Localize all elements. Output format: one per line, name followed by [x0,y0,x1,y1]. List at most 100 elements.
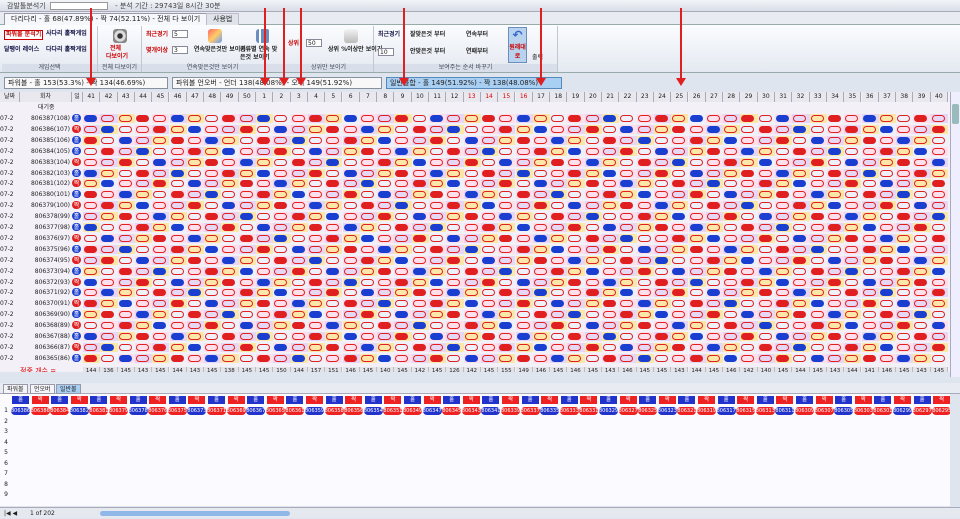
grid-cell[interactable] [636,157,654,167]
pattern-cell[interactable]: 806295 [932,407,950,415]
grid-cell[interactable] [740,266,758,276]
grid-cell[interactable] [256,277,274,287]
grid-cell[interactable] [757,146,775,156]
grid-cell[interactable] [809,299,827,309]
grid-cell[interactable] [567,157,585,167]
grid-cell[interactable] [429,179,447,189]
grid-cell[interactable] [446,321,464,331]
grid-cell[interactable] [480,277,499,287]
grid-cell[interactable] [653,266,672,276]
grid-cell[interactable] [740,288,758,298]
grid-cell[interactable] [723,135,741,145]
grid-cell[interactable] [498,266,516,276]
grid-cell[interactable] [100,321,118,331]
pattern-cell[interactable]: 806319 [697,407,716,415]
grid-cell[interactable] [290,124,308,134]
pattern-cell[interactable]: 806335 [540,407,559,415]
pattern-cell[interactable]: 806299 [893,407,912,415]
grid-cell[interactable] [602,124,620,134]
grid-cell[interactable] [584,223,602,232]
grid-cell[interactable] [844,321,862,331]
grid-cell[interactable] [169,342,187,352]
grid-cell[interactable] [204,321,222,331]
restore-button[interactable]: ↶ 원래대로 [508,27,527,63]
grid-cell[interactable] [204,146,222,156]
grid-cell[interactable] [532,288,551,298]
grid-cell[interactable] [567,201,585,211]
grid-cell[interactable] [723,190,741,200]
grid-cell[interactable] [792,201,810,211]
grid-cell[interactable] [83,288,101,298]
grid-cell[interactable] [117,124,135,134]
grid-cell[interactable] [809,223,827,232]
grid-cell[interactable] [723,244,741,254]
grid-cell[interactable] [100,124,118,134]
grid-cell[interactable] [671,124,689,134]
grid-cell[interactable] [377,124,395,134]
grid-cell[interactable] [757,179,775,189]
grid-cell[interactable] [377,168,395,178]
pattern-cell[interactable]: 806361 [285,407,304,415]
grid-cell[interactable] [307,223,326,232]
col-header[interactable]: 35 [844,92,862,102]
grid-cell[interactable] [671,321,689,331]
grid-cell[interactable] [930,179,948,189]
pattern-cell[interactable]: 806323 [657,407,677,415]
grid-cell[interactable] [705,266,724,276]
best-first-button[interactable]: 잘맞은것 부터 [410,31,445,39]
grid-cell[interactable] [705,223,724,232]
grid-cell[interactable] [463,179,481,189]
grid-cell[interactable] [567,321,585,331]
grid-cell[interactable] [896,157,914,167]
pattern-cell[interactable]: 806378 [128,407,148,415]
streak-first-button[interactable]: 연속부터 [466,31,488,39]
grid-cell[interactable] [342,288,360,298]
grid-cell[interactable] [844,168,862,178]
view-all-line1[interactable]: 전체 [110,45,121,53]
grid-cell[interactable] [256,146,274,156]
grid-cell[interactable] [602,201,620,211]
grid-cell[interactable] [826,223,845,232]
grid-cell[interactable] [342,157,360,167]
grid-cell[interactable] [83,244,101,254]
grid-cell[interactable] [584,146,602,156]
grid-cell[interactable] [567,212,585,222]
grid-cell[interactable] [290,310,308,320]
grid-cell[interactable] [844,201,862,211]
grid-cell[interactable] [757,255,775,265]
grid-cell[interactable] [515,233,533,243]
grid-cell[interactable] [256,244,274,254]
grid-cell[interactable] [498,310,516,320]
grid-cell[interactable] [913,157,931,167]
pattern-cell[interactable]: 806369 [226,407,246,415]
grid-cell[interactable] [930,342,948,352]
grid-cell[interactable] [636,168,654,178]
grid-cell[interactable] [653,321,672,331]
grid-cell[interactable] [463,288,481,298]
grid-cell[interactable] [256,157,274,167]
pattern-cell[interactable]: 806333 [559,407,579,415]
grid-cell[interactable] [809,288,827,298]
grid-cell[interactable] [567,146,585,156]
grid-cell[interactable] [532,244,551,254]
grid-cell[interactable] [567,288,585,298]
col-header[interactable]: 32 [792,92,810,102]
grid-cell[interactable] [463,266,481,276]
grid-cell[interactable] [740,168,758,178]
grid-cell[interactable] [325,223,343,232]
grid-cell[interactable] [446,277,464,287]
grid-cell[interactable] [152,179,170,189]
grid-cell[interactable] [688,266,706,276]
grid-cell[interactable] [913,255,931,265]
grid-cell[interactable] [567,255,585,265]
pattern-cell[interactable]: 806356 [344,407,363,415]
grid-cell[interactable] [861,310,879,320]
grid-cell[interactable] [861,168,879,178]
grid-cell[interactable] [896,353,914,363]
grid-cell[interactable] [480,114,499,123]
grid-cell[interactable] [186,201,205,211]
grid-cell[interactable] [636,244,654,254]
grid-cell[interactable] [775,201,793,211]
grid-cell[interactable] [307,277,326,287]
grid-cell[interactable] [394,310,412,320]
